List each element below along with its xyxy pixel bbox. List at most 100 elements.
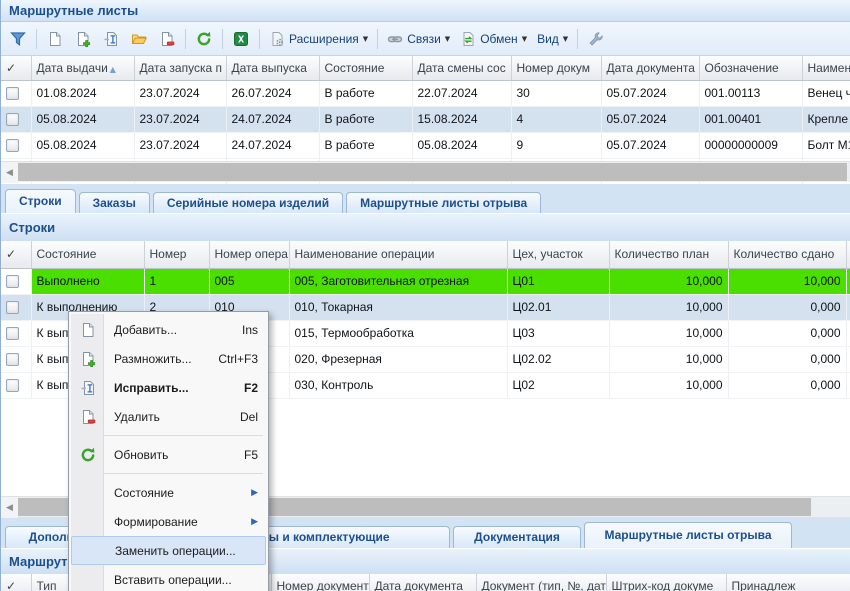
column-header-number[interactable]: Номер	[144, 241, 209, 268]
table-cell[interactable]: 05.07.2024	[601, 106, 699, 132]
table-cell[interactable]: 23.07.2024	[134, 132, 226, 158]
exchange-menu-button[interactable]: Обмен ▼	[456, 26, 531, 52]
row-checkbox[interactable]	[6, 379, 19, 392]
row-checkbox[interactable]	[6, 327, 19, 340]
tab-documentation[interactable]: Документация	[453, 526, 581, 548]
table-cell[interactable]: 10,000	[609, 320, 728, 346]
table-cell[interactable]: 10,000	[609, 294, 728, 320]
horizontal-scrollbar[interactable]: ◀	[1, 161, 850, 182]
table-cell[interactable]	[846, 346, 850, 372]
table-cell[interactable]: Ц01	[507, 268, 609, 294]
menu-item-refresh[interactable]: Обновить F5	[71, 440, 266, 469]
table-cell[interactable]: 001.00113	[699, 80, 802, 106]
scrollbar-thumb[interactable]	[18, 163, 847, 181]
table-cell[interactable]: Крепле	[802, 106, 850, 132]
table-cell[interactable]: 005	[209, 268, 289, 294]
table-row[interactable]: 05.08.2024 23.07.2024 24.07.2024 В работ…	[1, 132, 850, 158]
table-cell[interactable]	[846, 320, 850, 346]
table-cell[interactable]: 0,000	[728, 320, 846, 346]
table-cell[interactable]: Ц02.02	[507, 346, 609, 372]
menu-item-add[interactable]: Добавить... Ins	[71, 315, 266, 344]
column-header-state-change-date[interactable]: Дата смены сос	[412, 56, 511, 80]
table-cell[interactable]: Венец ч	[802, 80, 850, 106]
row-select-cell[interactable]	[1, 268, 31, 294]
table-cell[interactable]	[846, 372, 850, 398]
table-cell[interactable]: 015, Термообработка	[289, 320, 507, 346]
row-select-cell[interactable]	[1, 106, 31, 132]
table-cell[interactable]: 001.00401	[699, 106, 802, 132]
table-cell[interactable]: В работе	[319, 80, 412, 106]
column-header-designation[interactable]: Обозначение	[699, 56, 802, 80]
column-header-issue-date[interactable]: Дата выдачи▲	[31, 56, 134, 80]
table-cell[interactable]: 30	[511, 80, 601, 106]
column-header-workshop[interactable]: Цех, участок	[507, 241, 609, 268]
column-header-operation-number[interactable]: Номер опера	[209, 241, 289, 268]
tab-detach-sheets[interactable]: Маршрутные листы отрыва	[346, 192, 541, 213]
table-cell[interactable]	[846, 294, 850, 320]
table-cell[interactable]: 05.08.2024	[412, 132, 511, 158]
edit-button[interactable]	[98, 26, 124, 52]
select-all-header[interactable]: ✓	[1, 574, 31, 591]
table-cell[interactable]: 020, Фрезерная	[289, 346, 507, 372]
table-cell[interactable]: 24.07.2024	[226, 132, 319, 158]
column-header-qty-plan[interactable]: Количество план	[609, 241, 728, 268]
table-cell[interactable]: 9	[511, 132, 601, 158]
menu-item-delete[interactable]: Удалить Del	[71, 402, 266, 431]
menu-item-formation[interactable]: Формирование ▶	[71, 507, 266, 536]
column-header-belonging[interactable]: Принадлеж	[726, 574, 850, 591]
table-cell[interactable]: 22.07.2024	[412, 80, 511, 106]
table-cell[interactable]: В работе	[319, 132, 412, 158]
menu-item-edit[interactable]: Исправить... F2	[71, 373, 266, 402]
table-cell[interactable]: 05.08.2024	[31, 106, 134, 132]
table-row-done[interactable]: Выполнено 1 005 005, Заготовительная отр…	[1, 268, 850, 294]
row-select-cell[interactable]	[1, 346, 31, 372]
active-cell[interactable]: 24.07.2024	[226, 106, 319, 132]
extensions-menu-button[interactable]: Расширения ▼	[265, 26, 372, 52]
excel-export-button[interactable]	[228, 26, 254, 52]
delete-button[interactable]	[154, 26, 180, 52]
menu-item-insert-operations[interactable]: Вставить операции...	[71, 565, 266, 591]
tab-lines[interactable]: Строки	[5, 189, 76, 213]
table-cell[interactable]: 05.08.2024	[31, 132, 134, 158]
column-header-doc-number[interactable]: Номер докум	[511, 56, 601, 80]
row-checkbox[interactable]	[6, 139, 19, 152]
table-row-selected[interactable]: 05.08.2024 23.07.2024 24.07.2024 В работ…	[1, 106, 850, 132]
column-header-document[interactable]: Документ (тип, №, дата)	[476, 574, 606, 591]
column-header-operation-name[interactable]: Наименование операции	[289, 241, 507, 268]
column-header-barcode[interactable]: Штрих-код докуме	[606, 574, 726, 591]
table-cell[interactable]: 00000000009	[699, 132, 802, 158]
table-cell[interactable]: 0,000	[728, 294, 846, 320]
scroll-left-button[interactable]: ◀	[1, 497, 18, 518]
column-header-launch-date[interactable]: Дата запуска п	[134, 56, 226, 80]
row-select-cell[interactable]	[1, 294, 31, 320]
column-header-name[interactable]: Наимен	[802, 56, 850, 80]
row-checkbox[interactable]	[6, 301, 19, 314]
column-header-doc-date[interactable]: Дата документа	[369, 574, 476, 591]
filter-button[interactable]	[5, 26, 31, 52]
add-button[interactable]	[42, 26, 68, 52]
menu-item-duplicate[interactable]: Размножить... Ctrl+F3	[71, 344, 266, 373]
links-menu-button[interactable]: Связи ▼	[383, 26, 454, 52]
scroll-left-button[interactable]: ◀	[1, 162, 18, 183]
table-cell[interactable]: Ц03	[507, 320, 609, 346]
table-cell[interactable]: 10,000	[609, 346, 728, 372]
column-header-qty-done[interactable]: Количество сдано	[728, 241, 846, 268]
select-all-header[interactable]: ✓	[1, 56, 31, 80]
table-cell[interactable]: 23.07.2024	[134, 106, 226, 132]
table-cell[interactable]: В работе	[319, 106, 412, 132]
table-cell[interactable]: 05.07.2024	[601, 80, 699, 106]
tab-orders[interactable]: Заказы	[79, 192, 150, 213]
table-cell[interactable]: 10,000	[609, 372, 728, 398]
column-header-state[interactable]: Состояние	[31, 241, 144, 268]
table-cell[interactable]: 23.07.2024	[134, 80, 226, 106]
table-cell[interactable]: Выполнено	[31, 268, 144, 294]
column-header-doc-date[interactable]: Дата документа	[601, 56, 699, 80]
table-cell[interactable]: 0,000	[728, 372, 846, 398]
table-cell[interactable]: 4	[511, 106, 601, 132]
menu-item-state[interactable]: Состояние ▶	[71, 478, 266, 507]
table-cell[interactable]: 005, Заготовительная отрезная	[289, 268, 507, 294]
row-select-cell[interactable]	[1, 80, 31, 106]
table-cell[interactable]: Ц02.01	[507, 294, 609, 320]
table-cell[interactable]: 1	[144, 268, 209, 294]
tab-serial-numbers[interactable]: Серийные номера изделий	[153, 192, 343, 213]
